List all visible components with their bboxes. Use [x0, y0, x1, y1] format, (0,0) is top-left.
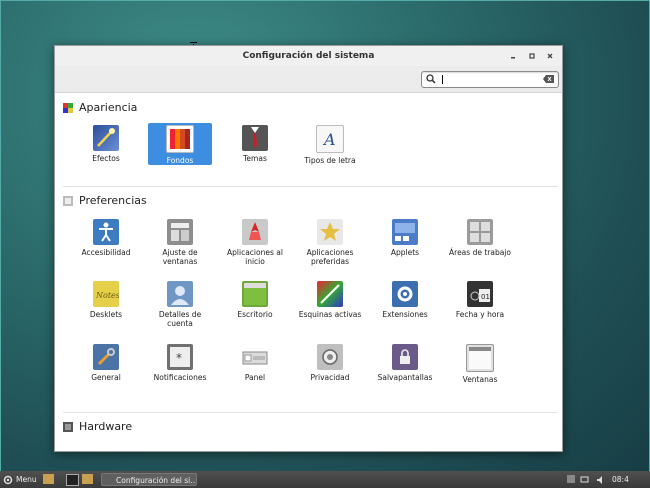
extensiones-icon — [392, 281, 418, 307]
areas-de-trabajo-icon — [467, 219, 493, 245]
terminal-icon[interactable] — [66, 474, 79, 486]
item-ajuste-de-ventanas[interactable]: Ajuste de ventanas — [148, 219, 212, 266]
minimize-button[interactable] — [507, 50, 519, 62]
close-button[interactable] — [544, 50, 556, 62]
item-escritorio[interactable]: Escritorio — [223, 281, 287, 319]
text-caret — [442, 75, 443, 84]
taskbar-window-button[interactable]: Configuración del si… — [101, 473, 197, 486]
tipos-de-letra-icon: A — [316, 125, 344, 153]
notificaciones-icon: * — [167, 344, 193, 370]
settings-content: Apariencia Efectos Fondos Temas A Tipos … — [55, 93, 562, 451]
section-title: Hardware — [79, 420, 133, 433]
salvapantallas-icon — [392, 344, 418, 370]
accesibilidad-icon — [93, 219, 119, 245]
esquinas-activas-icon — [317, 281, 343, 307]
aplicaciones-preferidas-icon — [317, 219, 343, 245]
menu-gear-icon — [3, 475, 13, 484]
section-preferencias: Preferencias — [63, 194, 147, 207]
preferencias-section-icon — [63, 195, 73, 206]
tray-window-icon[interactable] — [567, 475, 575, 483]
title-bar[interactable]: Configuración del sistema — [55, 46, 562, 66]
network-icon[interactable] — [580, 475, 589, 483]
volume-icon[interactable] — [597, 475, 606, 484]
efectos-icon — [93, 125, 119, 151]
item-efectos[interactable]: Efectos — [74, 125, 138, 163]
search-field[interactable] — [421, 71, 559, 88]
item-detalles-de-cuenta[interactable]: Detalles de cuenta — [148, 281, 212, 328]
item-applets[interactable]: Applets — [373, 219, 437, 257]
item-aplicaciones-preferidas[interactable]: Aplicaciones preferidas — [298, 219, 362, 266]
ajuste-de-ventanas-icon — [167, 219, 193, 245]
clock[interactable]: 08:4 — [612, 473, 629, 486]
fecha-y-hora-icon: 01 — [467, 281, 493, 307]
minimize-icon — [511, 57, 515, 59]
toolbar — [55, 66, 562, 93]
item-panel[interactable]: Panel — [223, 344, 287, 382]
section-divider — [63, 186, 558, 187]
item-temas[interactable]: Temas — [223, 125, 287, 163]
item-fondos[interactable]: Fondos — [148, 123, 212, 165]
close-icon — [547, 53, 553, 59]
privacidad-icon — [317, 344, 343, 370]
hardware-section-icon — [63, 421, 73, 432]
section-title: Apariencia — [79, 101, 138, 114]
item-notificaciones[interactable]: * Notificaciones — [148, 344, 212, 382]
applets-icon — [392, 219, 418, 245]
svg-text:*: * — [176, 351, 182, 365]
item-accesibilidad[interactable]: Accesibilidad — [74, 219, 138, 257]
temas-icon — [242, 125, 268, 151]
item-extensiones[interactable]: Extensiones — [373, 281, 437, 319]
clear-search-icon[interactable] — [543, 75, 554, 83]
panel-icon — [242, 344, 268, 370]
item-aplicaciones-al-inicio[interactable]: Aplicaciones al inicio — [223, 219, 287, 266]
ventanas-icon — [466, 344, 494, 372]
item-areas-de-trabajo[interactable]: Áreas de trabajo — [448, 219, 512, 257]
svg-text:01: 01 — [481, 293, 490, 301]
aplicaciones-al-inicio-icon — [242, 219, 268, 245]
desklets-icon: Notes — [93, 281, 120, 307]
item-ventanas[interactable]: Ventanas — [448, 344, 512, 384]
taskbar: Menu Configuración del si… 08:4 — [0, 471, 650, 488]
maximize-icon — [529, 53, 535, 59]
svg-text:Notes: Notes — [95, 291, 119, 300]
item-desklets[interactable]: Notes Desklets — [74, 281, 138, 319]
item-esquinas-activas[interactable]: Esquinas activas — [298, 281, 362, 319]
section-divider — [63, 412, 558, 413]
item-privacidad[interactable]: Privacidad — [298, 344, 362, 382]
escritorio-icon — [242, 281, 268, 307]
apariencia-section-icon — [63, 102, 73, 113]
detalles-de-cuenta-icon — [167, 281, 193, 307]
item-salvapantallas[interactable]: Salvapantallas — [373, 344, 437, 382]
search-input[interactable] — [440, 73, 536, 85]
svg-text:A: A — [322, 130, 336, 149]
section-title: Preferencias — [79, 194, 147, 207]
item-general[interactable]: General — [74, 344, 138, 382]
file-manager-icon[interactable] — [43, 474, 54, 484]
menu-button[interactable]: Menu — [3, 473, 37, 486]
fondos-icon — [166, 125, 194, 153]
search-icon — [426, 74, 436, 84]
settings-window: Configuración del sistema Apariencia Efe… — [54, 45, 563, 452]
item-tipos-de-letra[interactable]: A Tipos de letra — [298, 125, 362, 165]
window-title: Configuración del sistema — [242, 51, 375, 61]
item-fecha-y-hora[interactable]: 01 Fecha y hora — [448, 281, 512, 319]
general-icon — [93, 344, 119, 370]
folder-icon[interactable] — [82, 474, 93, 484]
section-apariencia: Apariencia — [63, 101, 137, 114]
section-hardware: Hardware — [63, 420, 132, 433]
maximize-button[interactable] — [526, 50, 538, 62]
